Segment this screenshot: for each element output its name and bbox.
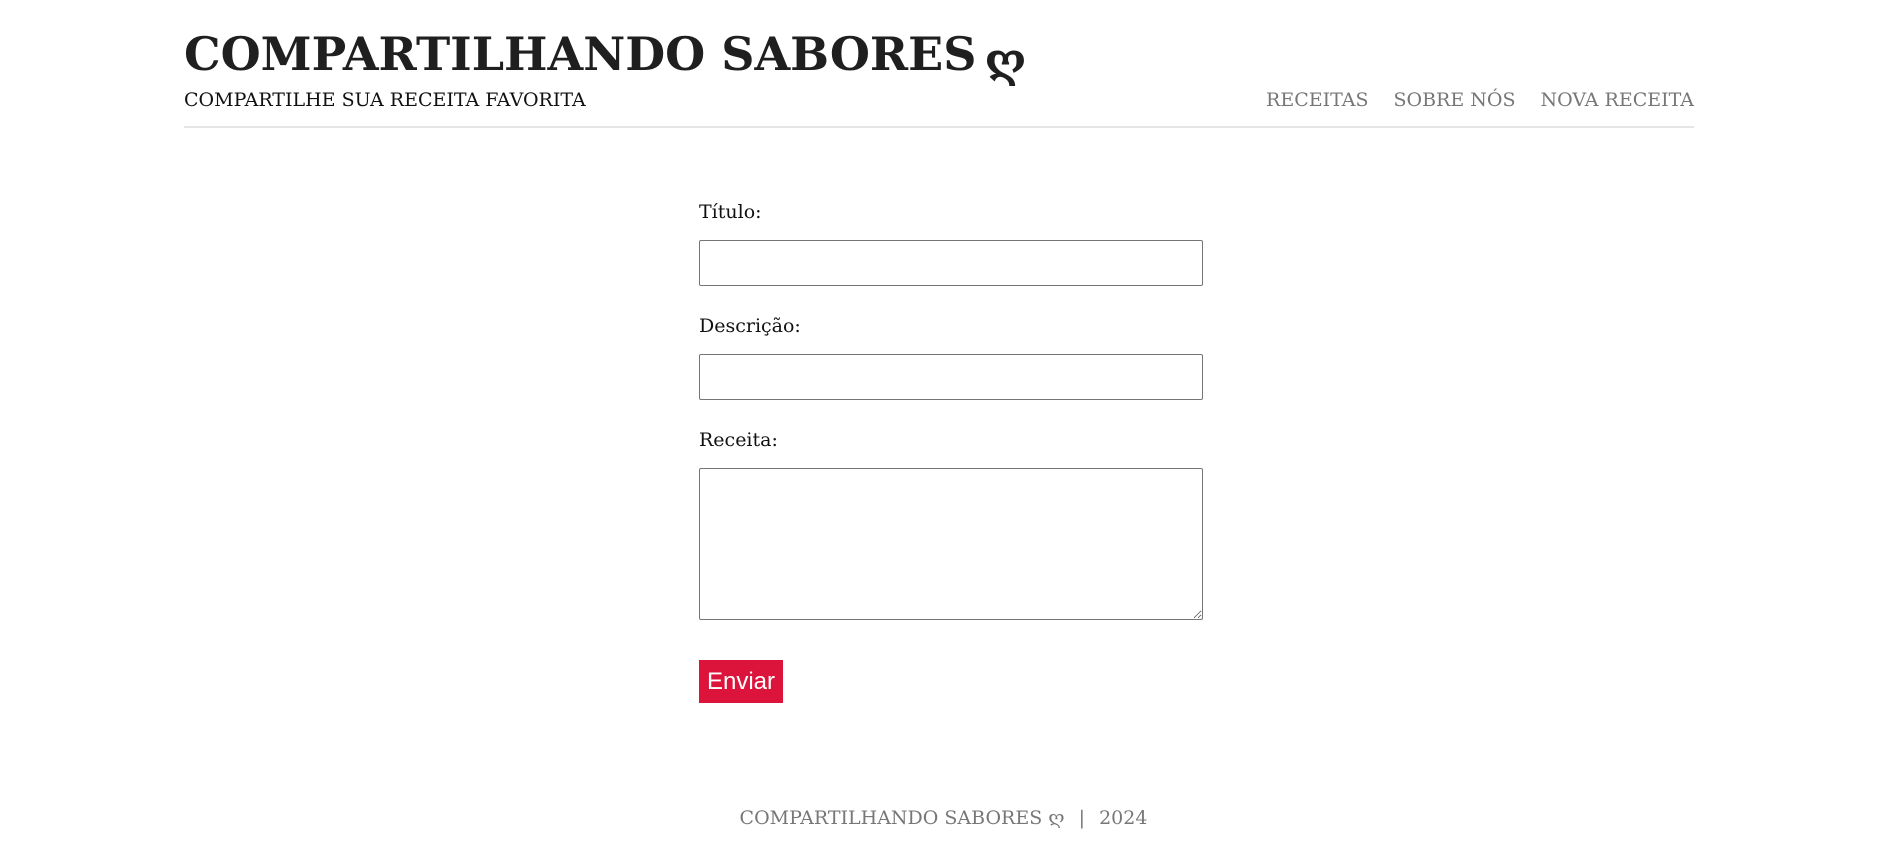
footer-heart-glyph-icon: ღ [1048,807,1065,829]
receita-field-group: Receita: [699,428,1203,620]
titulo-label: Título: [699,201,762,223]
titulo-input[interactable] [699,240,1203,286]
site-tagline: COMPARTILHE SUA RECEITA FAVORITA [184,89,586,111]
titulo-field-group: Título: [699,200,1203,286]
descricao-input[interactable] [699,354,1203,400]
nav-link-receitas[interactable]: RECEITAS [1266,88,1368,112]
receita-label: Receita: [699,429,778,451]
site-title-text: COMPARTILHANDO SABORES [184,27,977,81]
site-title: COMPARTILHANDO SABORES ღ [184,28,1026,86]
receita-textarea[interactable] [699,468,1203,620]
main-nav: RECEITAS SOBRE NÓS NOVA RECEITA [1266,88,1694,112]
site-header: COMPARTILHANDO SABORES ღ COMPARTILHE SUA … [184,0,1694,128]
footer-separator: | [1078,807,1086,829]
heart-glyph-icon: ღ [984,33,1027,87]
nav-link-nova-receita[interactable]: NOVA RECEITA [1540,88,1694,112]
footer-year: 2024 [1099,807,1148,829]
descricao-label: Descrição: [699,315,801,337]
site-footer: COMPARTILHANDO SABORES ღ | 2024 [0,806,1887,830]
descricao-field-group: Descrição: [699,314,1203,400]
enviar-button[interactable]: Enviar [699,660,783,703]
nav-link-sobre-nos[interactable]: SOBRE NÓS [1393,88,1515,112]
footer-site-name: COMPARTILHANDO SABORES [739,807,1043,829]
